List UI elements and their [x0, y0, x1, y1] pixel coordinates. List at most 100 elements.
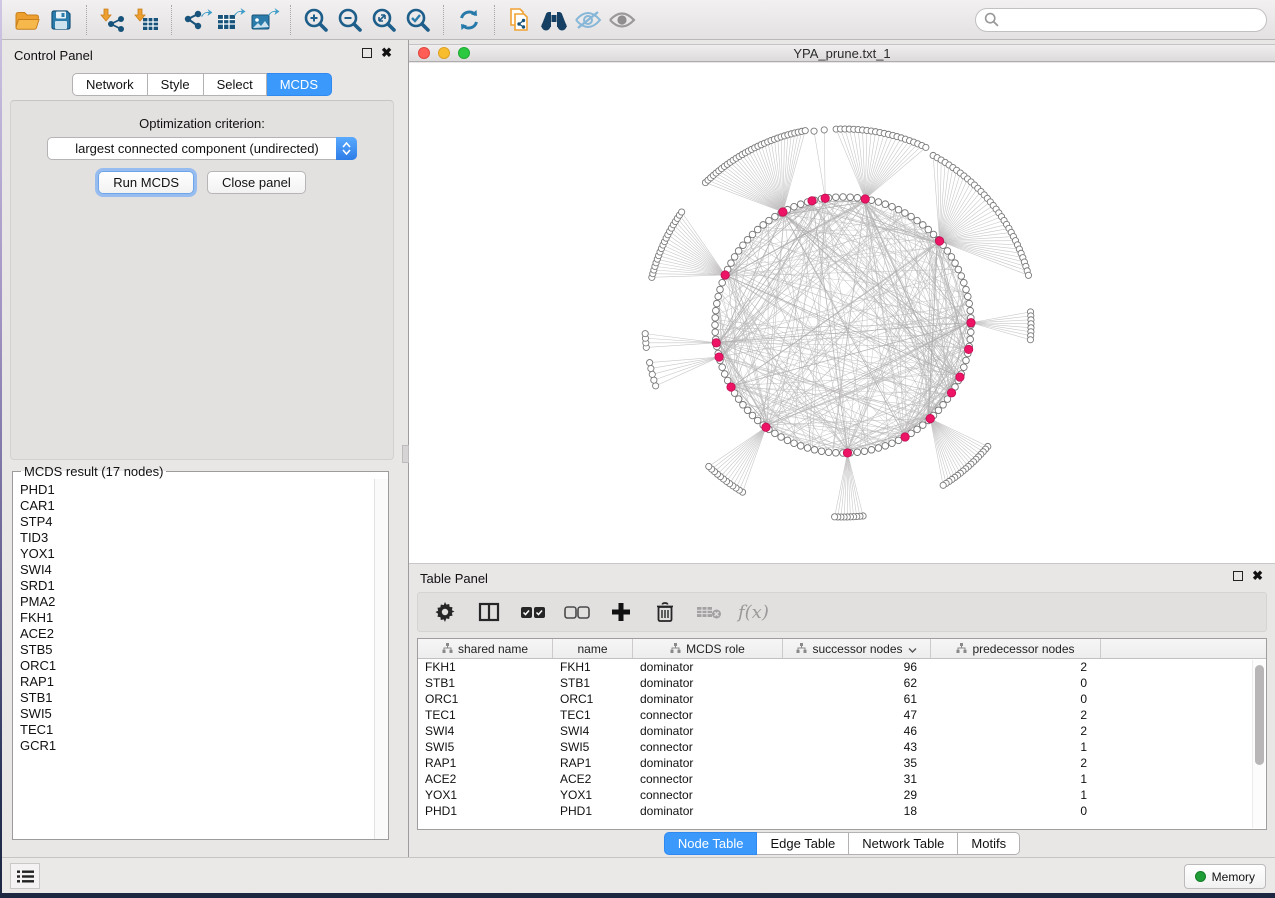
- checked-boxes-icon: [520, 606, 546, 619]
- mcds-list-scrollbar[interactable]: [374, 479, 388, 839]
- tab-node-table[interactable]: Node Table: [664, 832, 758, 855]
- close-table-panel-icon[interactable]: ✖: [1252, 571, 1263, 581]
- hide-selected-button[interactable]: [571, 3, 605, 37]
- table-row[interactable]: YOX1YOX1connector291: [418, 787, 1266, 803]
- float-table-panel-icon[interactable]: [1233, 571, 1243, 581]
- delete-column-button[interactable]: [650, 597, 680, 627]
- close-panel-icon[interactable]: ✖: [381, 48, 392, 58]
- export-network-icon: [182, 7, 212, 33]
- mcds-list-item[interactable]: GCR1: [20, 738, 374, 754]
- table-row[interactable]: PHD1PHD1dominator180: [418, 803, 1266, 819]
- table-scrollbar-thumb[interactable]: [1255, 665, 1264, 765]
- splitter-handle[interactable]: [402, 445, 409, 463]
- search-box[interactable]: [975, 8, 1267, 32]
- run-mcds-button[interactable]: Run MCDS: [98, 171, 194, 194]
- vertical-splitter[interactable]: [402, 40, 409, 857]
- column-header-MCDS-role[interactable]: MCDS role: [633, 639, 783, 658]
- table-row[interactable]: ORC1ORC1dominator610: [418, 691, 1266, 707]
- deselect-all-button[interactable]: [562, 597, 592, 627]
- eye-icon: [607, 8, 637, 32]
- table-row[interactable]: SWI4SWI4dominator462: [418, 723, 1266, 739]
- table-cell: dominator: [633, 691, 783, 707]
- column-header-successor-nodes[interactable]: successor nodes: [783, 639, 931, 658]
- column-header-predecessor-nodes[interactable]: predecessor nodes: [931, 639, 1101, 658]
- table-settings-button[interactable]: [430, 597, 460, 627]
- import-table-button[interactable]: [129, 3, 163, 37]
- mcds-list-item[interactable]: TID3: [20, 530, 374, 546]
- apply-layout-button[interactable]: [452, 3, 486, 37]
- mcds-list-item[interactable]: RAP1: [20, 674, 374, 690]
- mcds-list-item[interactable]: PHD1: [20, 482, 374, 498]
- zoom-out-button[interactable]: [333, 3, 367, 37]
- table-scrollbar[interactable]: [1252, 660, 1265, 828]
- export-image-button[interactable]: [248, 3, 282, 37]
- mcds-list-item[interactable]: YOX1: [20, 546, 374, 562]
- mcds-list-item[interactable]: TEC1: [20, 722, 374, 738]
- mcds-list-item[interactable]: PMA2: [20, 594, 374, 610]
- show-all-button[interactable]: [605, 3, 639, 37]
- clone-network-button[interactable]: [503, 3, 537, 37]
- table-row[interactable]: FKH1FKH1dominator962: [418, 659, 1266, 675]
- mcds-list-item[interactable]: SWI5: [20, 706, 374, 722]
- tree-icon: [956, 642, 967, 656]
- mcds-result-box: MCDS result (17 nodes) PHD1CAR1STP4TID3Y…: [12, 464, 389, 840]
- toolbar-separator: [494, 5, 495, 35]
- import-network-button[interactable]: [95, 3, 129, 37]
- table-row[interactable]: RAP1RAP1dominator352: [418, 755, 1266, 771]
- column-header-filler: [1101, 639, 1266, 658]
- column-header-name[interactable]: name: [553, 639, 633, 658]
- mcds-list-item[interactable]: CAR1: [20, 498, 374, 514]
- zoom-selected-button[interactable]: [401, 3, 435, 37]
- delete-table-button[interactable]: [694, 597, 724, 627]
- mcds-list-item[interactable]: ACE2: [20, 626, 374, 642]
- open-session-button[interactable]: [10, 3, 44, 37]
- optimization-criterion-select[interactable]: largest connected component (undirected): [47, 137, 357, 160]
- network-canvas[interactable]: [409, 63, 1275, 563]
- zoom-in-button[interactable]: [299, 3, 333, 37]
- panel-menu-button[interactable]: [10, 863, 40, 889]
- tab-mcds[interactable]: MCDS: [267, 73, 332, 96]
- mcds-list-item[interactable]: SWI4: [20, 562, 374, 578]
- save-session-button[interactable]: [44, 3, 78, 37]
- mcds-result-list[interactable]: PHD1CAR1STP4TID3YOX1SWI4SRD1PMA2FKH1ACE2…: [13, 479, 374, 839]
- mcds-list-item[interactable]: STB1: [20, 690, 374, 706]
- tab-select[interactable]: Select: [204, 73, 267, 96]
- search-input[interactable]: [1004, 13, 1258, 27]
- mcds-list-item[interactable]: STB5: [20, 642, 374, 658]
- table-row[interactable]: ACE2ACE2connector311: [418, 771, 1266, 787]
- mcds-list-item[interactable]: SRD1: [20, 578, 374, 594]
- tab-edge-table[interactable]: Edge Table: [757, 832, 849, 855]
- memory-button[interactable]: Memory: [1184, 864, 1266, 889]
- export-network-button[interactable]: [180, 3, 214, 37]
- add-column-button[interactable]: [606, 597, 636, 627]
- table-cell: RAP1: [418, 755, 553, 771]
- table-row[interactable]: TEC1TEC1connector472: [418, 707, 1266, 723]
- float-panel-icon[interactable]: [362, 48, 372, 58]
- mcds-list-item[interactable]: ORC1: [20, 658, 374, 674]
- table-row[interactable]: SWI5SWI5connector431: [418, 739, 1266, 755]
- table-cell: connector: [633, 787, 783, 803]
- tab-style[interactable]: Style: [148, 73, 204, 96]
- table-cell: 0: [931, 803, 1101, 819]
- table-row[interactable]: STB1STB1dominator620: [418, 675, 1266, 691]
- mcds-list-item[interactable]: FKH1: [20, 610, 374, 626]
- mcds-result-title: MCDS result (17 nodes): [21, 464, 166, 479]
- tab-network[interactable]: Network: [72, 73, 148, 96]
- mcds-list-item[interactable]: STP4: [20, 514, 374, 530]
- toolbar-separator: [171, 5, 172, 35]
- tab-network-table[interactable]: Network Table: [849, 832, 958, 855]
- column-header-shared-name[interactable]: shared name: [418, 639, 553, 658]
- table-cell: STB1: [418, 675, 553, 691]
- first-neighbors-button[interactable]: [537, 3, 571, 37]
- toolbar-separator: [443, 5, 444, 35]
- export-table-button[interactable]: [214, 3, 248, 37]
- tab-motifs[interactable]: Motifs: [958, 832, 1020, 855]
- zoom-fit-button[interactable]: [367, 3, 401, 37]
- function-builder-button[interactable]: f(x): [738, 602, 769, 623]
- toolbar-separator: [86, 5, 87, 35]
- tree-icon: [442, 642, 453, 656]
- close-panel-button[interactable]: Close panel: [207, 171, 306, 194]
- select-all-button[interactable]: [518, 597, 548, 627]
- table-cell: YOX1: [418, 787, 553, 803]
- toggle-columns-button[interactable]: [474, 597, 504, 627]
